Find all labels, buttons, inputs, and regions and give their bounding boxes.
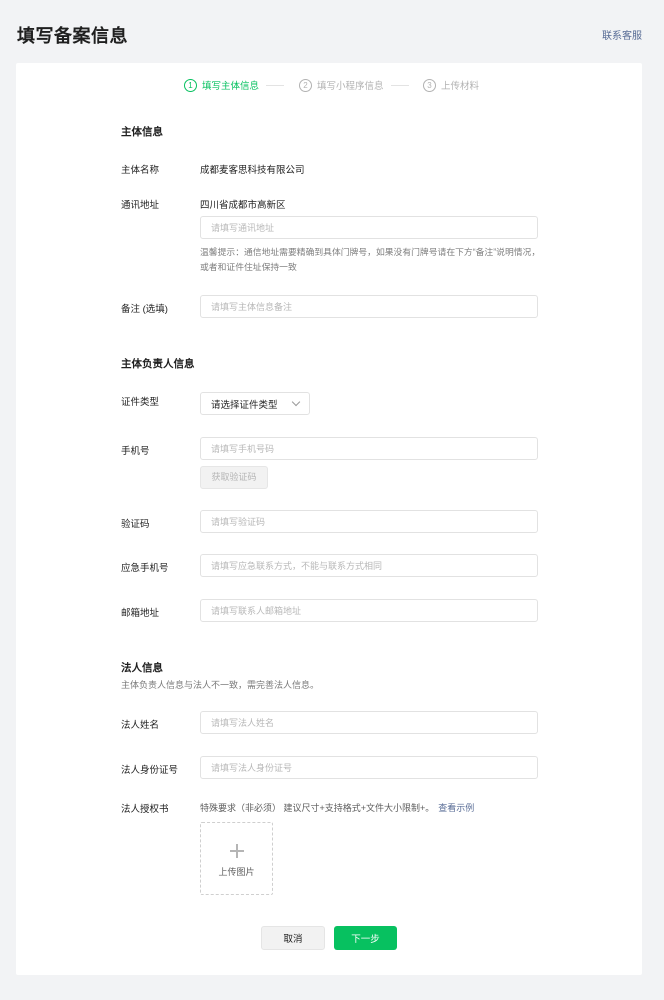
step-number: 3 — [423, 78, 436, 92]
upload-image-button[interactable]: 上传图片 — [200, 822, 273, 895]
step-indicator: 1 填写主体信息 2 填写小程序信息 3 上传材料 — [16, 77, 642, 95]
legal-auth-hint-text: 特殊要求（非必须） 建议尺寸+支持格式+文件大小限制+。 — [200, 803, 435, 813]
step-1: 1 填写主体信息 — [184, 77, 259, 93]
id-type-select[interactable]: 请选择证件类型 — [200, 392, 310, 415]
step-number: 2 — [299, 78, 312, 92]
cancel-button[interactable]: 取消 — [261, 926, 325, 950]
legal-name-label: 法人姓名 — [121, 720, 160, 731]
legal-auth-label: 法人授权书 — [121, 804, 169, 815]
email-label: 邮箱地址 — [121, 608, 160, 619]
page-title: 填写备案信息 — [17, 26, 128, 46]
upload-image-label: 上传图片 — [218, 867, 255, 877]
subject-section-title: 主体信息 — [121, 126, 163, 138]
legal-section-title: 法人信息 — [121, 662, 163, 674]
remark-input[interactable] — [200, 295, 538, 318]
subject-name-value: 成都麦客思科技有限公司 — [200, 165, 305, 176]
code-label: 验证码 — [121, 519, 150, 530]
id-type-label: 证件类型 — [121, 397, 160, 408]
step-number: 1 — [184, 78, 197, 92]
phone-input[interactable] — [200, 437, 538, 460]
step-3: 3 上传材料 — [423, 77, 479, 93]
form-card: 1 填写主体信息 2 填写小程序信息 3 上传材料 主体信息 主体名称 成都麦客… — [16, 63, 642, 975]
plus-icon — [230, 844, 244, 858]
step-divider — [266, 85, 284, 86]
view-example-link[interactable]: 查看示例 — [438, 803, 474, 813]
legal-name-input[interactable] — [200, 711, 538, 734]
step-label: 填写主体信息 — [202, 81, 260, 92]
emergency-phone-input[interactable] — [200, 554, 538, 577]
email-input[interactable] — [200, 599, 538, 622]
page-header: 填写备案信息 联系客服 — [0, 0, 664, 62]
address-input[interactable] — [200, 216, 538, 239]
address-hint: 温馨提示：通信地址需要精确到具体门牌号，如果没有门牌号请在下方“备注”说明情况，… — [200, 247, 541, 272]
step-label: 填写小程序信息 — [317, 81, 384, 92]
legal-id-label: 法人身份证号 — [121, 765, 179, 776]
principal-section-title: 主体负责人信息 — [121, 358, 195, 370]
get-code-button[interactable]: 获取验证码 — [200, 466, 268, 489]
emergency-phone-label: 应急手机号 — [121, 563, 169, 574]
step-2: 2 填写小程序信息 — [299, 77, 384, 93]
legal-id-input[interactable] — [200, 756, 538, 779]
legal-auth-hint: 特殊要求（非必须） 建议尺寸+支持格式+文件大小限制+。 查看示例 — [200, 801, 474, 814]
chevron-down-icon — [291, 397, 301, 407]
code-input[interactable] — [200, 510, 538, 533]
remark-label: 备注 (选填) — [121, 304, 168, 315]
address-value: 四川省成都市高新区 — [200, 200, 286, 211]
step-divider — [391, 85, 409, 86]
subject-name-label: 主体名称 — [121, 165, 160, 176]
address-label: 通讯地址 — [121, 200, 160, 211]
contact-support-link[interactable]: 联系客服 — [602, 27, 642, 42]
legal-section-desc: 主体负责人信息与法人不一致，需完善法人信息。 — [121, 680, 320, 690]
next-step-button[interactable]: 下一步 — [334, 926, 397, 950]
step-label: 上传材料 — [441, 81, 480, 92]
phone-label: 手机号 — [121, 446, 150, 457]
id-type-select-value: 请选择证件类型 — [211, 399, 278, 411]
